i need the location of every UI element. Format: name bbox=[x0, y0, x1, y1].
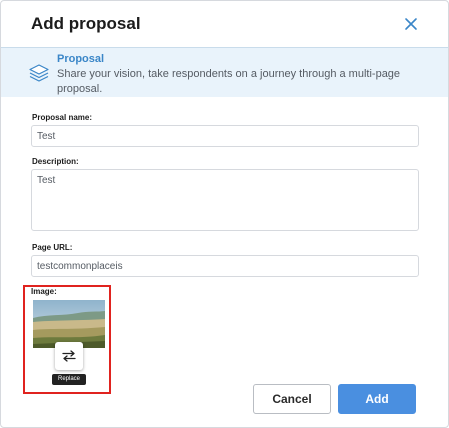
proposal-name-input[interactable] bbox=[31, 125, 419, 147]
image-label: Image: bbox=[31, 287, 57, 296]
proposal-name-label: Proposal name: bbox=[32, 113, 93, 122]
close-icon[interactable] bbox=[402, 15, 420, 33]
replace-tooltip: Replace bbox=[52, 374, 86, 385]
add-button[interactable]: Add bbox=[338, 384, 416, 414]
dialog-title: Add proposal bbox=[31, 14, 141, 33]
layers-icon bbox=[29, 64, 49, 87]
description-textarea[interactable]: Test bbox=[31, 169, 419, 231]
banner-description: Share your vision, take respondents on a… bbox=[57, 68, 401, 95]
swap-arrows-icon bbox=[62, 350, 76, 362]
image-field: Image: Replace bbox=[23, 285, 111, 394]
dialog-header: Add proposal bbox=[1, 1, 448, 47]
page-url-input[interactable] bbox=[31, 255, 419, 277]
cancel-button[interactable]: Cancel bbox=[253, 384, 331, 414]
proposal-info-banner: Proposal Share your vision, take respond… bbox=[1, 47, 448, 97]
add-proposal-dialog: Add proposal Proposal Share your vision,… bbox=[0, 0, 449, 428]
description-label: Description: bbox=[32, 157, 79, 166]
page-url-label: Page URL: bbox=[32, 243, 73, 252]
image-thumbnail bbox=[33, 300, 105, 348]
banner-title: Proposal bbox=[57, 53, 105, 65]
replace-image-button[interactable] bbox=[55, 342, 83, 370]
